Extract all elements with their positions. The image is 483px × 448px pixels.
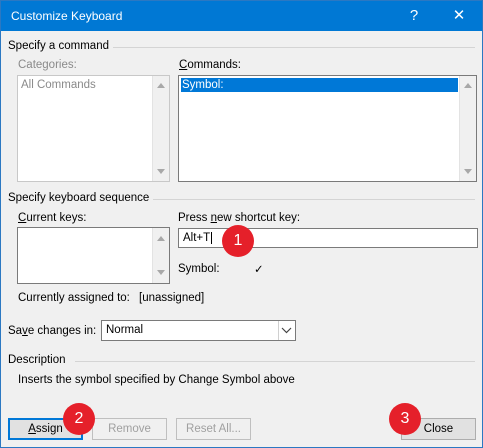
- commands-label: Commands:: [179, 59, 241, 71]
- categories-scrollbar[interactable]: [152, 76, 169, 181]
- current-keys-label: Current keys:: [18, 212, 87, 224]
- chevron-down-icon: [281, 327, 292, 334]
- separator: [153, 199, 475, 200]
- commands-scrollbar[interactable]: [459, 76, 476, 181]
- save-changes-value: Normal: [106, 324, 144, 336]
- scroll-down-icon[interactable]: [464, 169, 472, 174]
- commands-listbox[interactable]: Symbol:: [178, 75, 477, 182]
- scroll-up-icon[interactable]: [157, 83, 165, 88]
- close-icon[interactable]: ✕: [442, 1, 476, 31]
- scroll-down-icon[interactable]: [157, 270, 165, 275]
- commands-item-symbol[interactable]: Symbol:: [181, 78, 458, 92]
- symbol-checkmark: ✓: [254, 264, 264, 276]
- description-text: Inserts the symbol specified by Change S…: [18, 374, 295, 386]
- text-caret: [211, 231, 213, 244]
- customize-keyboard-dialog: Customize Keyboard ? ✕ Specify a command…: [0, 0, 483, 448]
- scroll-up-icon[interactable]: [464, 83, 472, 88]
- currently-assigned-label: Currently assigned to:: [18, 292, 130, 304]
- categories-listbox[interactable]: All Commands: [17, 75, 170, 182]
- currently-assigned-value: [unassigned]: [139, 292, 205, 304]
- reset-all-button[interactable]: Reset All...: [176, 418, 251, 440]
- new-shortcut-label: Press new shortcut key:: [178, 212, 301, 224]
- symbol-label: Symbol:: [178, 263, 220, 275]
- scroll-down-icon[interactable]: [157, 169, 165, 174]
- help-icon[interactable]: ?: [397, 1, 431, 31]
- specify-command-heading: Specify a command: [8, 40, 109, 52]
- categories-label: Categories:: [18, 59, 77, 71]
- scroll-up-icon[interactable]: [157, 236, 165, 241]
- separator: [75, 361, 475, 362]
- current-keys-listbox[interactable]: [17, 227, 170, 284]
- step-badge-1: 1: [222, 225, 254, 257]
- step-badge-2: 2: [63, 403, 95, 435]
- keyboard-sequence-heading: Specify keyboard sequence: [8, 192, 150, 204]
- window-title: Customize Keyboard: [11, 9, 123, 23]
- save-changes-label: Save changes in:: [8, 325, 97, 337]
- title-bar: Customize Keyboard ? ✕: [1, 1, 482, 31]
- new-shortcut-value: Alt+T: [183, 232, 211, 244]
- step-badge-3: 3: [389, 403, 421, 435]
- current-keys-scrollbar[interactable]: [152, 228, 169, 283]
- categories-item-all-commands[interactable]: All Commands: [21, 79, 96, 91]
- dropdown-button[interactable]: [278, 321, 295, 340]
- description-heading: Description: [8, 354, 66, 366]
- save-changes-select[interactable]: Normal: [101, 320, 296, 341]
- remove-button[interactable]: Remove: [92, 418, 167, 440]
- separator: [113, 47, 475, 48]
